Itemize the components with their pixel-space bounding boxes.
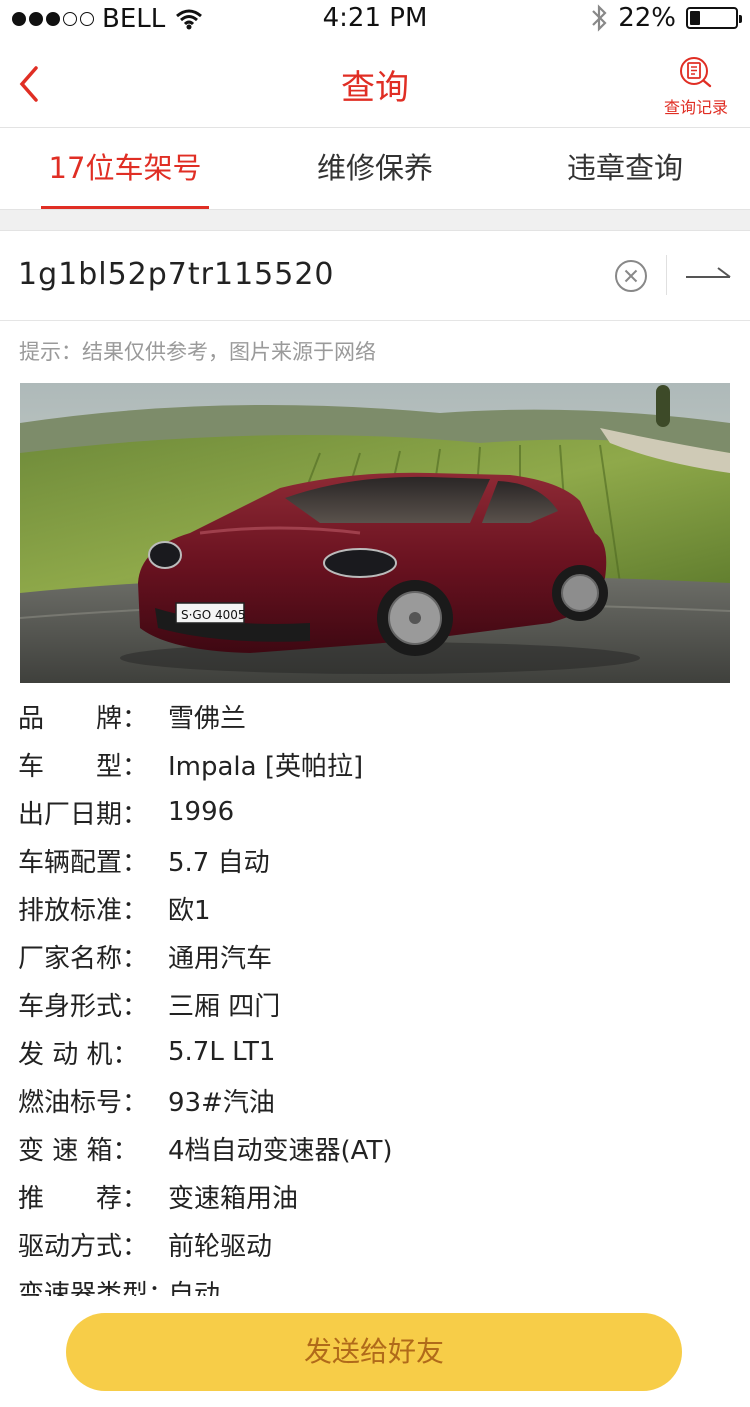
info-row-config: 车辆配置： 5.7 自动	[18, 836, 738, 884]
info-value: 欧1	[168, 895, 211, 926]
info-row-engine: 发 动 机： 5.7L LT1	[18, 1028, 738, 1076]
bluetooth-icon	[592, 4, 607, 32]
hint-text: 提示：结果仅供参考，图片来源于网络	[19, 340, 376, 364]
info-label: 出厂日期：	[18, 799, 149, 830]
info-value: Impala [英帕拉]	[168, 751, 364, 782]
vertical-divider	[666, 255, 667, 295]
tab-label: 17位车架号	[48, 151, 202, 185]
info-row-brand: 品 牌： 雪佛兰	[18, 692, 738, 740]
car-image: S·GO 4005	[20, 383, 730, 683]
car-illustration: S·GO 4005	[20, 383, 730, 683]
info-row-gearbox: 变 速 箱： 4档自动变速器(AT)	[18, 1124, 738, 1172]
info-value: 4档自动变速器(AT)	[168, 1135, 393, 1166]
info-row-emission: 排放标准： 欧1	[18, 884, 738, 932]
vin-input[interactable]	[18, 249, 578, 299]
info-label: 车 型：	[18, 751, 149, 782]
info-label: 车身形式：	[18, 991, 149, 1022]
info-value: 5.7 自动	[168, 847, 270, 878]
clear-button[interactable]	[614, 259, 648, 293]
info-label: 品 牌：	[18, 703, 149, 734]
battery-icon	[686, 7, 742, 29]
nav-bar: 查询 查询记录	[0, 40, 750, 128]
info-row-year: 出厂日期： 1996	[18, 788, 738, 836]
tab-label: 违章查询	[566, 151, 683, 185]
info-label: 变 速 箱：	[18, 1135, 139, 1166]
info-row-recommend: 推 荐： 变速箱用油	[18, 1172, 738, 1220]
info-value: 5.7L LT1	[168, 1037, 276, 1067]
info-label: 发 动 机：	[18, 1039, 139, 1070]
info-value: 1996	[168, 797, 235, 827]
info-value: 雪佛兰	[168, 703, 247, 734]
tab-maintenance[interactable]: 维修保养	[250, 129, 500, 209]
status-right: 22%	[590, 3, 742, 33]
tab-violation[interactable]: 违章查询	[500, 129, 750, 209]
info-value: 自动	[168, 1279, 221, 1297]
battery-fill	[690, 11, 700, 25]
vehicle-info-list: 品 牌： 雪佛兰 车 型： Impala [英帕拉] 出厂日期： 1996 车辆配置…	[18, 692, 738, 1297]
tab-bar: 17位车架号 维修保养 违章查询	[0, 129, 750, 209]
info-label: 车辆配置：	[18, 847, 149, 878]
info-row-manufacturer: 厂家名称： 通用汽车	[18, 932, 738, 980]
history-button[interactable]: 查询记录	[660, 56, 732, 117]
tab-vin[interactable]: 17位车架号	[0, 129, 250, 209]
tab-label: 维修保养	[316, 151, 433, 185]
status-bar: BELL 4:21 PM 22%	[0, 0, 750, 40]
vin-search-row	[0, 231, 750, 321]
info-value: 93#汽油	[168, 1087, 275, 1118]
info-label: 厂家名称：	[18, 943, 149, 974]
info-row-model: 车 型： Impala [英帕拉]	[18, 740, 738, 788]
info-row-fuel: 燃油标号： 93#汽油	[18, 1076, 738, 1124]
info-row-transmission-type: 变速器类型： 自动	[18, 1268, 738, 1297]
info-value: 前轮驱动	[168, 1231, 273, 1262]
info-value: 三厢 四门	[168, 991, 281, 1022]
license-plate-text: S·GO 4005	[181, 608, 246, 622]
info-row-body-style: 车身形式： 三厢 四门	[18, 980, 738, 1028]
info-label: 排放标准：	[18, 895, 149, 926]
info-label: 驱动方式：	[18, 1231, 149, 1262]
section-divider	[0, 209, 750, 231]
history-label: 查询记录	[663, 98, 728, 117]
clear-circle-icon	[615, 260, 647, 292]
info-value: 变速箱用油	[168, 1183, 299, 1214]
info-label: 燃油标号：	[18, 1087, 149, 1118]
info-value: 通用汽车	[168, 943, 273, 974]
arrow-right-icon	[686, 267, 731, 278]
page-title: 查询	[341, 68, 409, 108]
send-to-friend-button[interactable]: 发送给好友	[66, 1313, 682, 1391]
search-submit-button[interactable]	[684, 261, 732, 285]
info-label: 推 荐：	[18, 1183, 149, 1214]
battery-percent: 22%	[618, 3, 676, 33]
info-row-drive: 驱动方式： 前轮驱动	[18, 1220, 738, 1268]
document-search-icon	[680, 57, 712, 88]
info-label: 变速器类型：	[18, 1279, 175, 1297]
